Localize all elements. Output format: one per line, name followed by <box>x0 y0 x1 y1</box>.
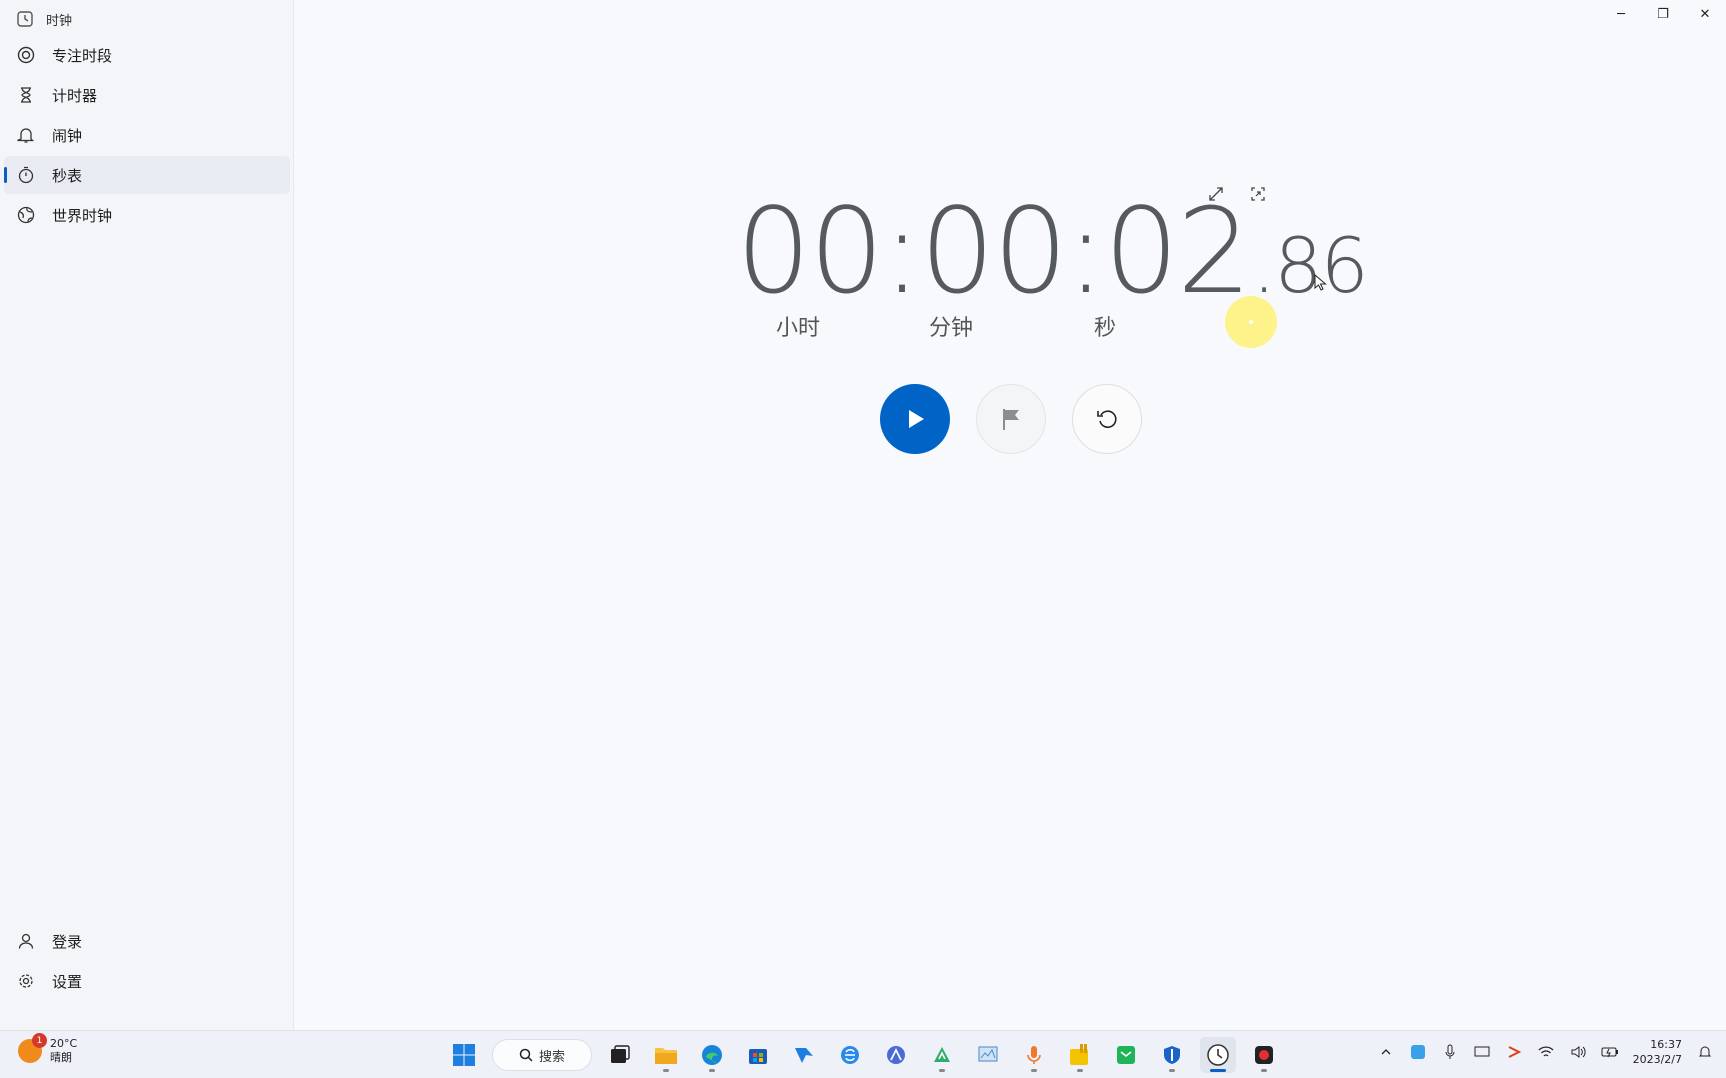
microphone-icon[interactable] <box>1441 1043 1459 1061</box>
start-button[interactable] <box>446 1037 482 1073</box>
taskbar-clock[interactable]: 16:37 2023/2/7 <box>1633 1037 1682 1067</box>
bell-icon <box>16 125 36 145</box>
clock-app-window: 时钟 专注时段 计时器 闹钟 秒表 世界时钟 登录 设置 ─ ❐ ✕ 00:00… <box>0 0 1726 1030</box>
system-tray: 16:37 2023/2/7 <box>1377 1037 1714 1067</box>
volume-icon[interactable] <box>1569 1043 1587 1061</box>
app-a-icon[interactable] <box>878 1037 914 1073</box>
defender-shield-icon[interactable] <box>1154 1037 1190 1073</box>
app-title: 时钟 <box>46 13 73 29</box>
app-v-icon[interactable] <box>786 1037 822 1073</box>
tray-app-icon[interactable] <box>1409 1043 1427 1061</box>
wifi-icon[interactable] <box>1537 1043 1555 1061</box>
weather-desc: 晴朗 <box>50 1051 72 1064</box>
notification-icon[interactable] <box>1696 1043 1714 1061</box>
sidebar-item-focus[interactable]: 专注时段 <box>4 36 290 74</box>
sidebar-item-label: 专注时段 <box>52 46 113 65</box>
elapsed-time: 00:00:02 .86 <box>736 182 1369 320</box>
microphone-app-icon[interactable] <box>1016 1037 1052 1073</box>
sidebar-item-label: 闹钟 <box>52 126 83 145</box>
nav-list: 专注时段 计时器 闹钟 秒表 世界时钟 <box>0 34 294 236</box>
clock-date: 2023/2/7 <box>1632 1053 1682 1066</box>
sidebar-item-label: 计时器 <box>52 86 98 105</box>
search-icon <box>519 1048 533 1062</box>
settings-label: 设置 <box>52 972 83 991</box>
taskbar: 1 20°C 晴朗 搜索 16:37 2023/2/7 <box>0 1030 1726 1078</box>
screen-recorder-icon[interactable] <box>1246 1037 1282 1073</box>
elapsed-time-main: 00:00:02 <box>736 182 1252 320</box>
elapsed-time-fraction: .86 <box>1251 221 1369 310</box>
sidebar: 时钟 专注时段 计时器 闹钟 秒表 世界时钟 登录 设置 <box>0 0 294 1030</box>
battery-icon[interactable] <box>1601 1043 1619 1061</box>
clock-app-icon <box>17 11 33 27</box>
gear-icon <box>16 971 36 991</box>
sign-in-label: 登录 <box>52 932 83 951</box>
power-app-icon[interactable] <box>1062 1037 1098 1073</box>
window-controls: ─ ❐ ✕ <box>1600 0 1726 28</box>
task-view-icon[interactable] <box>602 1037 638 1073</box>
restore-button[interactable]: ❐ <box>1642 0 1684 28</box>
display-icon[interactable] <box>1473 1043 1491 1061</box>
weather-badge: 1 <box>32 1033 47 1048</box>
stopwatch-controls <box>880 384 1142 454</box>
file-explorer-icon[interactable] <box>648 1037 684 1073</box>
focus-icon <box>16 45 36 65</box>
chevron-up-icon[interactable] <box>1377 1043 1395 1061</box>
sidebar-bottom: 登录 设置 <box>0 920 294 1002</box>
weather-widget[interactable]: 1 20°C 晴朗 <box>18 1033 78 1065</box>
stopwatch-icon <box>16 165 36 185</box>
hourglass-icon <box>16 85 36 105</box>
clock-taskbar-icon[interactable] <box>1200 1037 1236 1073</box>
start-button[interactable] <box>880 384 950 454</box>
mouse-pointer-icon <box>1314 274 1327 291</box>
sidebar-item-alarm[interactable]: 闹钟 <box>4 116 290 154</box>
lap-button[interactable] <box>976 384 1046 454</box>
sidebar-item-timer[interactable]: 计时器 <box>4 76 290 114</box>
sidebar-item-stopwatch[interactable]: 秒表 <box>4 156 290 194</box>
windows-logo-icon <box>453 1044 475 1066</box>
reset-button[interactable] <box>1072 384 1142 454</box>
play-icon <box>909 410 924 428</box>
flag-icon <box>1003 409 1019 430</box>
store-icon[interactable] <box>740 1037 776 1073</box>
weather-temp: 20°C <box>50 1037 78 1050</box>
hours-unit-label: 小时 <box>776 316 821 341</box>
stopwatch-display: 00:00:02 .86 <box>736 182 1369 320</box>
sidebar-item-world-clock[interactable]: 世界时钟 <box>4 196 290 234</box>
globe-icon <box>16 205 36 225</box>
monitor-app-icon[interactable] <box>970 1037 1006 1073</box>
clock-time: 16:37 <box>1650 1038 1682 1051</box>
taskbar-search[interactable]: 搜索 <box>492 1039 592 1071</box>
sign-in-button[interactable]: 登录 <box>4 922 290 960</box>
settings-button[interactable]: 设置 <box>4 962 290 1000</box>
cursor-highlight <box>1225 296 1277 348</box>
weather-sun-icon: 1 <box>18 1033 47 1063</box>
app-title-bar: 时钟 <box>16 8 72 30</box>
person-icon <box>16 931 36 951</box>
close-button[interactable]: ✕ <box>1684 0 1726 28</box>
app-n-icon[interactable] <box>924 1037 960 1073</box>
browser-e-icon[interactable] <box>832 1037 868 1073</box>
seconds-unit-label: 秒 <box>1094 316 1117 341</box>
edge-browser-icon[interactable] <box>694 1037 730 1073</box>
reset-icon <box>1097 410 1117 428</box>
minutes-unit-label: 分钟 <box>929 316 974 341</box>
sidebar-item-label: 世界时钟 <box>52 206 113 225</box>
sidebar-item-label: 秒表 <box>52 166 83 185</box>
search-label: 搜索 <box>538 1049 565 1065</box>
input-method-icon[interactable] <box>1505 1043 1523 1061</box>
minimize-button[interactable]: ─ <box>1600 0 1642 28</box>
taskbar-apps: 搜索 <box>446 1037 1282 1073</box>
green-app-icon[interactable] <box>1108 1037 1144 1073</box>
